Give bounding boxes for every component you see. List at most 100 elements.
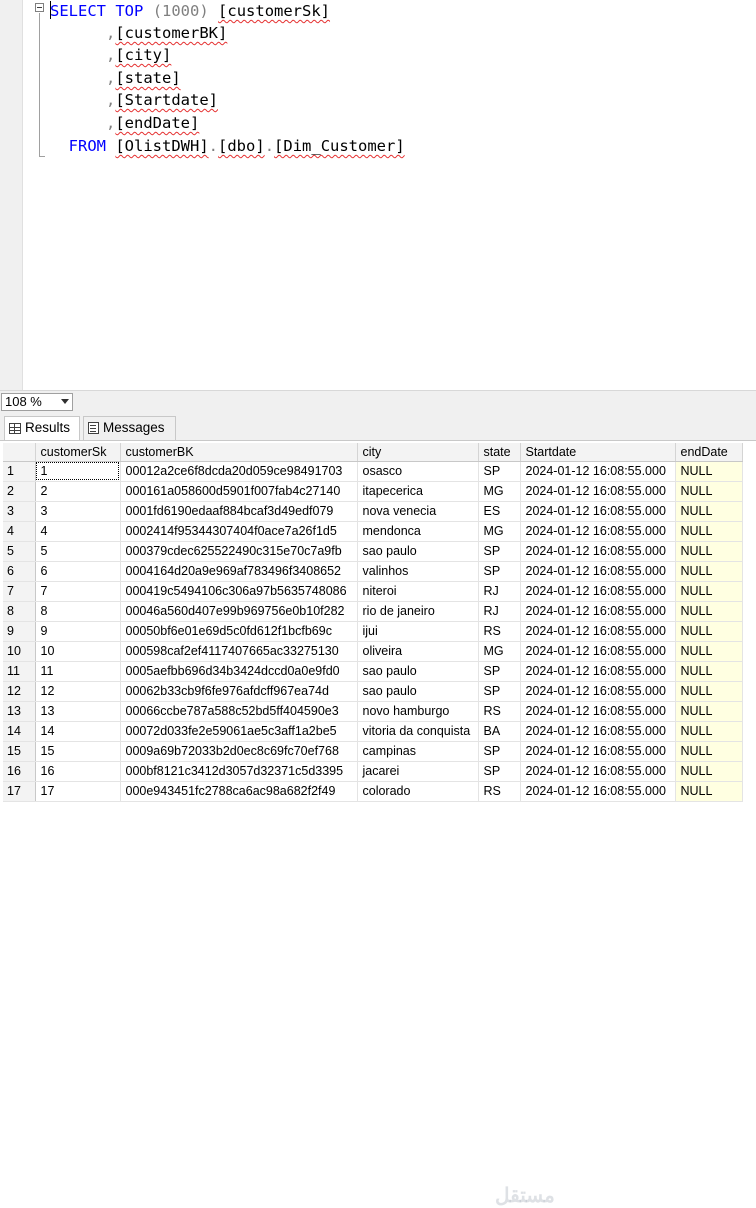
grid-cell[interactable]: SP	[478, 661, 521, 682]
grid-cell[interactable]: 2024-01-12 16:08:55.000	[520, 701, 676, 722]
row-number[interactable]: 1	[3, 461, 36, 482]
table-row[interactable]: 2 2 000161a058600d5901f007fab4c27140 itapec…	[3, 481, 743, 502]
grid-cell[interactable]: NULL	[675, 481, 743, 502]
grid-cell[interactable]: colorado	[357, 781, 479, 802]
grid-cell[interactable]: 2024-01-12 16:08:55.000	[520, 761, 676, 782]
grid-cell[interactable]: 0002414f95344307404f0ace7a26f1d5	[120, 521, 358, 542]
column-header-state[interactable]: state	[478, 443, 521, 462]
grid-cell[interactable]: 2024-01-12 16:08:55.000	[520, 781, 676, 802]
tab-results[interactable]: Results	[4, 416, 80, 440]
row-number[interactable]: 6	[3, 561, 36, 582]
grid-cell[interactable]: SP	[478, 741, 521, 762]
table-row[interactable]: 14 14 00072d033fe2e59061ae5c3aff1a2be5 vito…	[3, 721, 743, 742]
grid-cell[interactable]: 00072d033fe2e59061ae5c3aff1a2be5	[120, 721, 358, 742]
grid-cell[interactable]: MG	[478, 641, 521, 662]
results-grid-area[interactable]: customerSk customerBK city state Startda…	[0, 441, 756, 1207]
grid-cell[interactable]: 2024-01-12 16:08:55.000	[520, 481, 676, 502]
grid-cell[interactable]: 16	[35, 761, 121, 782]
grid-cell[interactable]: 15	[35, 741, 121, 762]
column-header-startdate[interactable]: Startdate	[520, 443, 676, 462]
table-row[interactable]: 12 12 00062b33cb9f6fe976afdcff967ea74d sao …	[3, 681, 743, 702]
grid-cell[interactable]: 00046a560d407e99b969756e0b10f282	[120, 601, 358, 622]
row-number[interactable]: 7	[3, 581, 36, 602]
grid-body[interactable]: 1 1 00012a2ce6f8dcda20d059ce98491703 osasco…	[3, 461, 743, 802]
grid-cell[interactable]: nova venecia	[357, 501, 479, 522]
grid-cell[interactable]: ijui	[357, 621, 479, 642]
grid-cell[interactable]: 0009a69b72033b2d0ec8c69fc70ef768	[120, 741, 358, 762]
row-number[interactable]: 9	[3, 621, 36, 642]
grid-cell[interactable]: 3	[35, 501, 121, 522]
grid-cell[interactable]: oliveira	[357, 641, 479, 662]
table-row[interactable]: 1 1 00012a2ce6f8dcda20d059ce98491703 osasco…	[3, 461, 743, 482]
grid-cell[interactable]: 8	[35, 601, 121, 622]
row-number[interactable]: 4	[3, 521, 36, 542]
table-row[interactable]: 13 13 00066ccbe787a588c52bd5ff404590e3 novo…	[3, 701, 743, 722]
grid-cell[interactable]: NULL	[675, 781, 743, 802]
grid-cell[interactable]: 2024-01-12 16:08:55.000	[520, 501, 676, 522]
grid-cell[interactable]: valinhos	[357, 561, 479, 582]
grid-cell[interactable]: NULL	[675, 461, 743, 482]
row-number[interactable]: 3	[3, 501, 36, 522]
grid-cell[interactable]: 2024-01-12 16:08:55.000	[520, 541, 676, 562]
row-number[interactable]: 10	[3, 641, 36, 662]
results-table[interactable]: customerSk customerBK city state Startda…	[3, 443, 743, 802]
column-header-enddate[interactable]: endDate	[675, 443, 743, 462]
grid-cell[interactable]: MG	[478, 481, 521, 502]
grid-cell[interactable]: 0004164d20a9e969af783496f3408652	[120, 561, 358, 582]
grid-cell[interactable]: NULL	[675, 721, 743, 742]
grid-cell[interactable]: 10	[35, 641, 121, 662]
grid-cell[interactable]: NULL	[675, 501, 743, 522]
column-header-city[interactable]: city	[357, 443, 479, 462]
results-grid[interactable]: customerSk customerBK city state Startda…	[3, 443, 756, 802]
code-line[interactable]: FROM [OlistDWH].[dbo].[Dim_Customer]	[50, 135, 405, 157]
grid-cell[interactable]: 2024-01-12 16:08:55.000	[520, 461, 676, 482]
grid-cell[interactable]: 00062b33cb9f6fe976afdcff967ea74d	[120, 681, 358, 702]
grid-cell[interactable]: RS	[478, 701, 521, 722]
grid-cell[interactable]: 00012a2ce6f8dcda20d059ce98491703	[120, 461, 358, 482]
row-number[interactable]: 15	[3, 741, 36, 762]
grid-cell[interactable]: NULL	[675, 561, 743, 582]
grid-cell[interactable]: NULL	[675, 621, 743, 642]
grid-cell[interactable]: NULL	[675, 521, 743, 542]
code-line[interactable]: ,[state]	[50, 67, 181, 89]
code-line[interactable]: ,[customerBK]	[50, 22, 227, 44]
grid-cell[interactable]: niteroi	[357, 581, 479, 602]
grid-cell[interactable]: NULL	[675, 661, 743, 682]
grid-cell[interactable]: NULL	[675, 601, 743, 622]
grid-cell[interactable]: 2024-01-12 16:08:55.000	[520, 681, 676, 702]
grid-cell[interactable]: 1	[35, 461, 121, 482]
grid-cell[interactable]: RJ	[478, 581, 521, 602]
grid-cell[interactable]: 11	[35, 661, 121, 682]
corner-header[interactable]	[3, 443, 36, 462]
grid-cell[interactable]: 00066ccbe787a588c52bd5ff404590e3	[120, 701, 358, 722]
grid-cell[interactable]: NULL	[675, 681, 743, 702]
table-row[interactable]: 3 3 0001fd6190edaaf884bcaf3d49edf079 nova v…	[3, 501, 743, 522]
row-number[interactable]: 16	[3, 761, 36, 782]
table-row[interactable]: 6 6 0004164d20a9e969af783496f3408652 valinh…	[3, 561, 743, 582]
table-row[interactable]: 17 17 000e943451fc2788ca6ac98a682f2f49 colo…	[3, 781, 743, 802]
grid-cell[interactable]: NULL	[675, 701, 743, 722]
grid-cell[interactable]: NULL	[675, 741, 743, 762]
grid-cell[interactable]: 000e943451fc2788ca6ac98a682f2f49	[120, 781, 358, 802]
grid-cell[interactable]: SP	[478, 461, 521, 482]
grid-cell[interactable]: 0001fd6190edaaf884bcaf3d49edf079	[120, 501, 358, 522]
grid-cell[interactable]: MG	[478, 521, 521, 542]
grid-cell[interactable]: 000379cdec625522490c315e70c7a9fb	[120, 541, 358, 562]
table-row[interactable]: 7 7 000419c5494106c306a97b5635748086 nitero…	[3, 581, 743, 602]
grid-cell[interactable]: 2024-01-12 16:08:55.000	[520, 581, 676, 602]
grid-cell[interactable]: NULL	[675, 641, 743, 662]
grid-cell[interactable]: sao paulo	[357, 661, 479, 682]
grid-cell[interactable]: SP	[478, 681, 521, 702]
grid-cell[interactable]: 2024-01-12 16:08:55.000	[520, 521, 676, 542]
grid-cell[interactable]: 9	[35, 621, 121, 642]
grid-cell[interactable]: 4	[35, 521, 121, 542]
chevron-down-icon[interactable]	[61, 399, 69, 404]
grid-cell[interactable]: 7	[35, 581, 121, 602]
grid-cell[interactable]: campinas	[357, 741, 479, 762]
column-header-customerBK[interactable]: customerBK	[120, 443, 358, 462]
table-row[interactable]: 16 16 000bf8121c3412d3057d32371c5d3395 jaca…	[3, 761, 743, 782]
table-row[interactable]: 4 4 0002414f95344307404f0ace7a26f1d5 mendon…	[3, 521, 743, 542]
grid-cell[interactable]: NULL	[675, 761, 743, 782]
grid-cell[interactable]: mendonca	[357, 521, 479, 542]
code-line[interactable]: ,[endDate]	[50, 112, 199, 134]
